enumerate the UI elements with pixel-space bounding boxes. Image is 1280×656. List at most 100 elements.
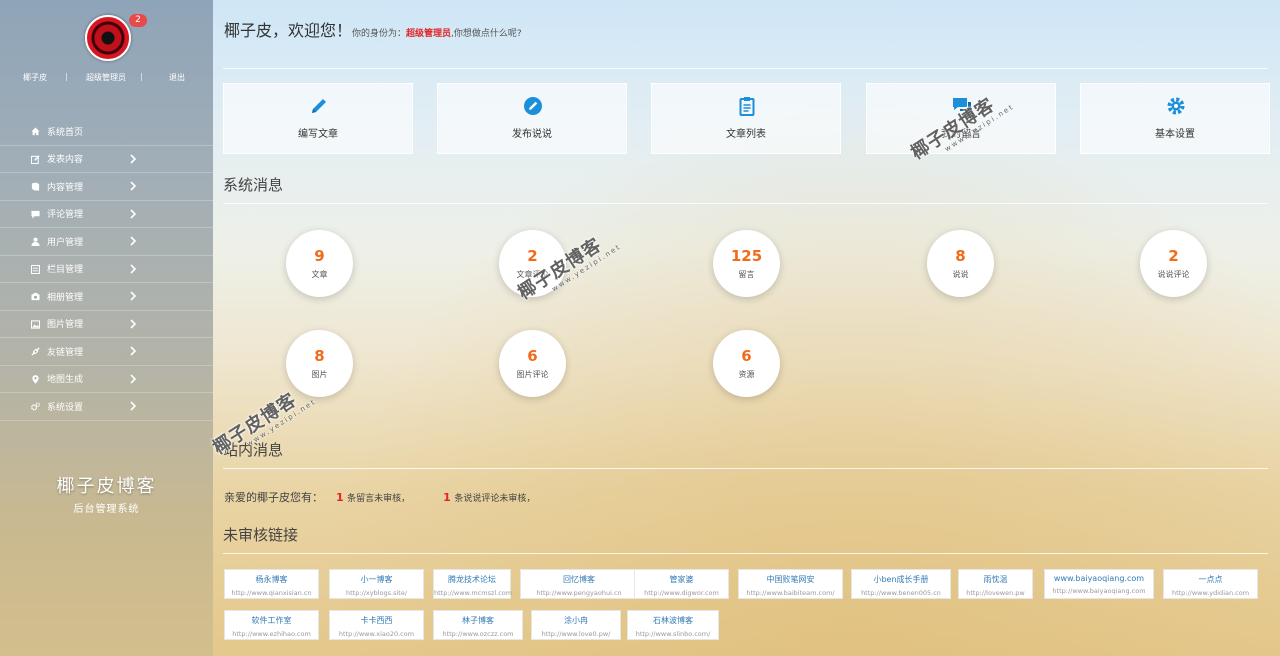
pending-link-card[interactable]: 杨永博客 http://www.qianxisian.cn: [224, 569, 319, 599]
quick-article-list[interactable]: 文章列表: [651, 83, 841, 154]
stat-posts[interactable]: 8 说说: [927, 230, 994, 297]
chevron-right-icon: [130, 236, 137, 246]
sidebar-item-label: 评论管理: [47, 210, 84, 221]
pending-link-card[interactable]: 小一博客 http://xyblogs.site/: [329, 569, 424, 599]
stat-label: 图片评论: [516, 370, 549, 379]
stat-resources[interactable]: 6 资源: [713, 330, 780, 397]
section-title-inbox: 站内消息: [223, 441, 284, 459]
stat-number: 2: [527, 247, 538, 265]
home-icon: [31, 127, 40, 136]
stat-image-comments[interactable]: 6 图片评论: [499, 330, 566, 397]
link-name: 管家婆: [669, 575, 694, 584]
stat-images[interactable]: 8 图片: [286, 330, 353, 397]
chevron-right-icon: [130, 346, 137, 356]
link-url: http://xyblogs.site/: [345, 589, 408, 597]
quick-label: 发布说说: [512, 129, 552, 140]
link-url: http://www.love0.pw/: [541, 630, 611, 638]
pending-link-card[interactable]: 雨忱温 http://lovewen.pw: [958, 569, 1033, 599]
pending-link-card[interactable]: 腾龙技术论坛 http://www.mcmszl.com: [433, 569, 513, 599]
pending-link-card[interactable]: 卡卡西西 http://www.xiao20.com: [329, 610, 424, 640]
chat-icon: [953, 98, 971, 114]
pending-comments-count[interactable]: 1: [443, 491, 451, 504]
sidebar-item-label: 地图生成: [47, 375, 84, 386]
link-name: 中国败笔网安: [766, 575, 815, 584]
sidebar: 2 椰子皮 | 超级管理员 | 退出 系统首页 发表内容 内容管理 评论管理 用…: [0, 0, 213, 656]
sidebar-item-settings[interactable]: 系统设置: [0, 393, 213, 421]
link-url: http://www.ozczz.com: [442, 630, 514, 638]
pending-comments-text[interactable]: 条说说评论未审核，: [454, 494, 535, 504]
image-icon: [31, 319, 40, 329]
chevron-right-icon: [130, 401, 137, 411]
link-url: http://www.mcmszl.com: [434, 589, 513, 597]
list-icon: [31, 264, 40, 274]
notice-prefix: 亲爱的椰子皮您有：: [224, 491, 323, 504]
pending-messages-text[interactable]: 条留言未审核，: [347, 494, 410, 504]
pending-link-card[interactable]: 石林波博客 http://www.slinbo.com/: [627, 610, 719, 640]
sidebar-item-links[interactable]: 友链管理: [0, 338, 213, 366]
book-icon: [31, 182, 40, 191]
stat-label: 留言: [738, 270, 755, 279]
pending-link-card[interactable]: 小ben成长手册 http://www.benen005.cn: [851, 569, 951, 599]
stat-label: 图片: [311, 370, 328, 379]
quick-basic-settings[interactable]: 基本设置: [1080, 83, 1270, 154]
link-name: 一点点: [1198, 575, 1223, 584]
link-url: http://www.benen005.cn: [861, 589, 941, 597]
sidebar-item-images[interactable]: 图片管理: [0, 311, 213, 338]
pending-link-card[interactable]: 中国败笔网安 http://www.baibiteam.com/: [738, 569, 843, 599]
link-name: 林子博客: [462, 616, 494, 625]
username-link[interactable]: 椰子皮: [23, 72, 47, 83]
sidebar-item-publish[interactable]: 发表内容: [0, 146, 213, 173]
quick-post-status[interactable]: 发布说说: [437, 83, 627, 154]
stat-articles[interactable]: 9 文章: [286, 230, 353, 297]
quick-label: 文章列表: [726, 129, 766, 140]
link-name: 小ben成长手册: [873, 575, 929, 584]
stat-label: 说说: [952, 270, 969, 279]
pending-link-card[interactable]: 管家婆 http://www.digwor.com: [634, 569, 729, 599]
divider: |: [140, 72, 143, 81]
quick-my-messages[interactable]: 我的留言: [866, 83, 1056, 154]
role-label: 超级管理员: [406, 29, 452, 39]
sidebar-item-columns[interactable]: 栏目管理: [0, 256, 213, 283]
link-name: 涂小冉: [564, 616, 588, 625]
pending-messages-count[interactable]: 1: [336, 491, 344, 504]
link-url: http://www.qianxisian.cn: [231, 589, 312, 597]
pending-link-card[interactable]: www.baiyaoqiang.com http://www.baiyaoqian…: [1044, 569, 1154, 599]
brand-subtitle: 后台管理系统: [73, 504, 140, 515]
pending-link-card[interactable]: 一点点 http://www.ydidian.com: [1163, 569, 1258, 599]
role-link[interactable]: 超级管理员: [86, 72, 126, 83]
link-name: www.baiyaoqiang.com: [1053, 574, 1145, 583]
stat-label: 文章: [311, 270, 328, 279]
sidebar-item-content[interactable]: 内容管理: [0, 173, 213, 201]
stat-messages[interactable]: 125 留言: [713, 230, 780, 297]
welcome-question: ,你想做点什么呢?: [451, 29, 522, 39]
logout-link[interactable]: 退出: [169, 72, 185, 83]
sidebar-item-albums[interactable]: 相册管理: [0, 283, 213, 311]
user-icon: [31, 237, 40, 246]
inbox-notice: 亲爱的椰子皮您有： 1 条留言未审核， 1 条说说评论未审核，: [224, 489, 535, 505]
sidebar-item-label: 用户管理: [47, 237, 84, 248]
pending-link-card[interactable]: 软件工作室 http://www.ezhihao.com: [224, 610, 319, 640]
notification-badge[interactable]: 2: [129, 14, 147, 27]
sidebar-item-users[interactable]: 用户管理: [0, 228, 213, 256]
sidebar-item-label: 友链管理: [47, 347, 84, 358]
stat-post-comments[interactable]: 2 说说评论: [1140, 230, 1207, 297]
pending-link-card[interactable]: 林子博客 http://www.ozczz.com: [433, 610, 523, 640]
pending-link-card[interactable]: 涂小冉 http://www.love0.pw/: [531, 610, 621, 640]
sidebar-item-label: 图片管理: [47, 320, 84, 331]
sidebar-item-comments[interactable]: 评论管理: [0, 201, 213, 228]
stat-article-comments[interactable]: 2 文章评论: [499, 230, 566, 297]
quick-write-article[interactable]: 编写文章: [223, 83, 413, 154]
comment-icon: [31, 210, 40, 219]
sidebar-item-sitemap[interactable]: 地图生成: [0, 366, 213, 393]
quick-label: 编写文章: [298, 129, 338, 140]
chevron-right-icon: [130, 181, 137, 191]
sidebar-item-home[interactable]: 系统首页: [0, 118, 213, 146]
pending-link-card[interactable]: 回忆博客 http://www.pengyaohui.cn: [520, 569, 638, 599]
quick-label: 基本设置: [1155, 129, 1195, 140]
stat-number: 6: [527, 347, 538, 365]
chevron-right-icon: [130, 153, 137, 164]
user-info: 椰子皮 | 超级管理员 | 退出: [0, 72, 213, 84]
avatar[interactable]: [85, 15, 131, 61]
link-name: 小一博客: [360, 575, 393, 584]
sidebar-item-label: 发表内容: [47, 155, 84, 166]
